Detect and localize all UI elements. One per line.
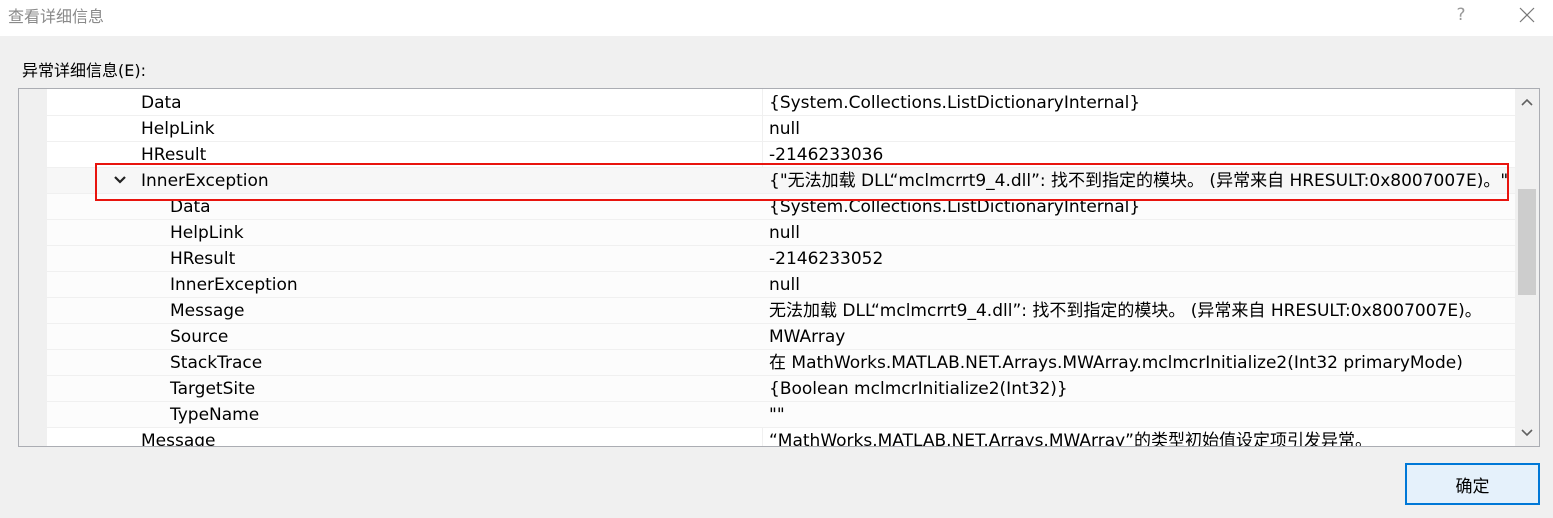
property-name: Data [141,93,182,113]
title-bar: 查看详细信息 ? [0,0,1553,36]
property-name: Message [170,301,245,321]
property-value: null [769,119,800,139]
scroll-up-button[interactable] [1515,91,1539,113]
property-value: {System.Collections.ListDictionaryIntern… [769,93,1141,113]
property-name: InnerException [141,171,269,191]
exception-tree[interactable]: Data {System.Collections.ListDictionaryIn… [18,88,1540,447]
property-name: HResult [170,249,236,269]
property-value: MWArray [769,327,846,347]
property-value: “MathWorks.MATLAB.NET.Arrays.MWArray”的类型… [769,431,1372,447]
chevron-down-icon [1521,429,1533,437]
tree-row[interactable]: TargetSite {Boolean mclmcrInitialize2(Int… [47,376,1515,402]
property-name: HelpLink [170,223,244,243]
property-value: {"无法加载 DLL“mclmcrrt9_4.dll”: 找不到指定的模块。 (… [769,171,1509,191]
tree-row[interactable]: Data {System.Collections.ListDictionaryIn… [47,90,1515,116]
tree-row[interactable]: HelpLink null [47,220,1515,246]
property-value: 在 MathWorks.MATLAB.NET.Arrays.MWArray.mc… [769,353,1463,373]
property-name: StackTrace [170,353,263,373]
tree-row[interactable]: StackTrace 在 MathWorks.MATLAB.NET.Arrays… [47,350,1515,376]
tree-row[interactable]: Source MWArray [47,324,1515,350]
collapse-toggle[interactable] [111,170,129,190]
scroll-thumb[interactable] [1518,189,1536,295]
help-button[interactable]: ? [1438,0,1484,30]
property-name: InnerException [170,275,298,295]
tree-row[interactable]: Message “MathWorks.MATLAB.NET.Arrays.MWAr… [47,428,1515,447]
property-name: Message [141,431,216,447]
property-value: {Boolean mclmcrInitialize2(Int32)} [769,379,1068,399]
tree-row[interactable]: InnerException null [47,272,1515,298]
property-value: -2146233052 [769,249,884,269]
close-button[interactable] [1504,0,1550,30]
property-value: 无法加载 DLL“mclmcrrt9_4.dll”: 找不到指定的模块。 (异常… [769,301,1482,321]
property-value: {System.Collections.ListDictionaryIntern… [769,197,1141,217]
chevron-down-icon [114,176,126,184]
property-name: TypeName [170,405,260,425]
tree-row[interactable]: TypeName "" [47,402,1515,428]
tree-row[interactable]: Data {System.Collections.ListDictionaryIn… [47,194,1515,220]
property-name: TargetSite [170,379,256,399]
ok-button[interactable]: 确定 [1405,463,1540,505]
tree-row[interactable]: HResult -2146233036 [47,142,1515,168]
tree-row[interactable]: HelpLink null [47,116,1515,142]
property-value: -2146233036 [769,145,884,165]
chevron-up-icon [1521,98,1533,106]
property-value: null [769,275,800,295]
property-value: "" [769,405,785,425]
property-name: HResult [141,145,207,165]
tree-rows: Data {System.Collections.ListDictionaryIn… [47,90,1515,447]
tree-row[interactable]: Message 无法加载 DLL“mclmcrrt9_4.dll”: 找不到指定的… [47,298,1515,324]
close-icon [1519,7,1535,23]
tree-gutter [19,89,47,446]
tree-row[interactable]: HResult -2146233052 [47,246,1515,272]
exception-details-label: 异常详细信息(E): [22,61,146,80]
tree-row[interactable]: InnerException {"无法加载 DLL“mclmcrrt9_4.dll… [47,168,1515,194]
vertical-scrollbar[interactable] [1515,89,1539,446]
scroll-down-button[interactable] [1515,422,1539,444]
property-name: Source [170,327,229,347]
property-name: Data [170,197,211,217]
window-title: 查看详细信息 [8,7,105,26]
property-name: HelpLink [141,119,215,139]
property-value: null [769,223,800,243]
